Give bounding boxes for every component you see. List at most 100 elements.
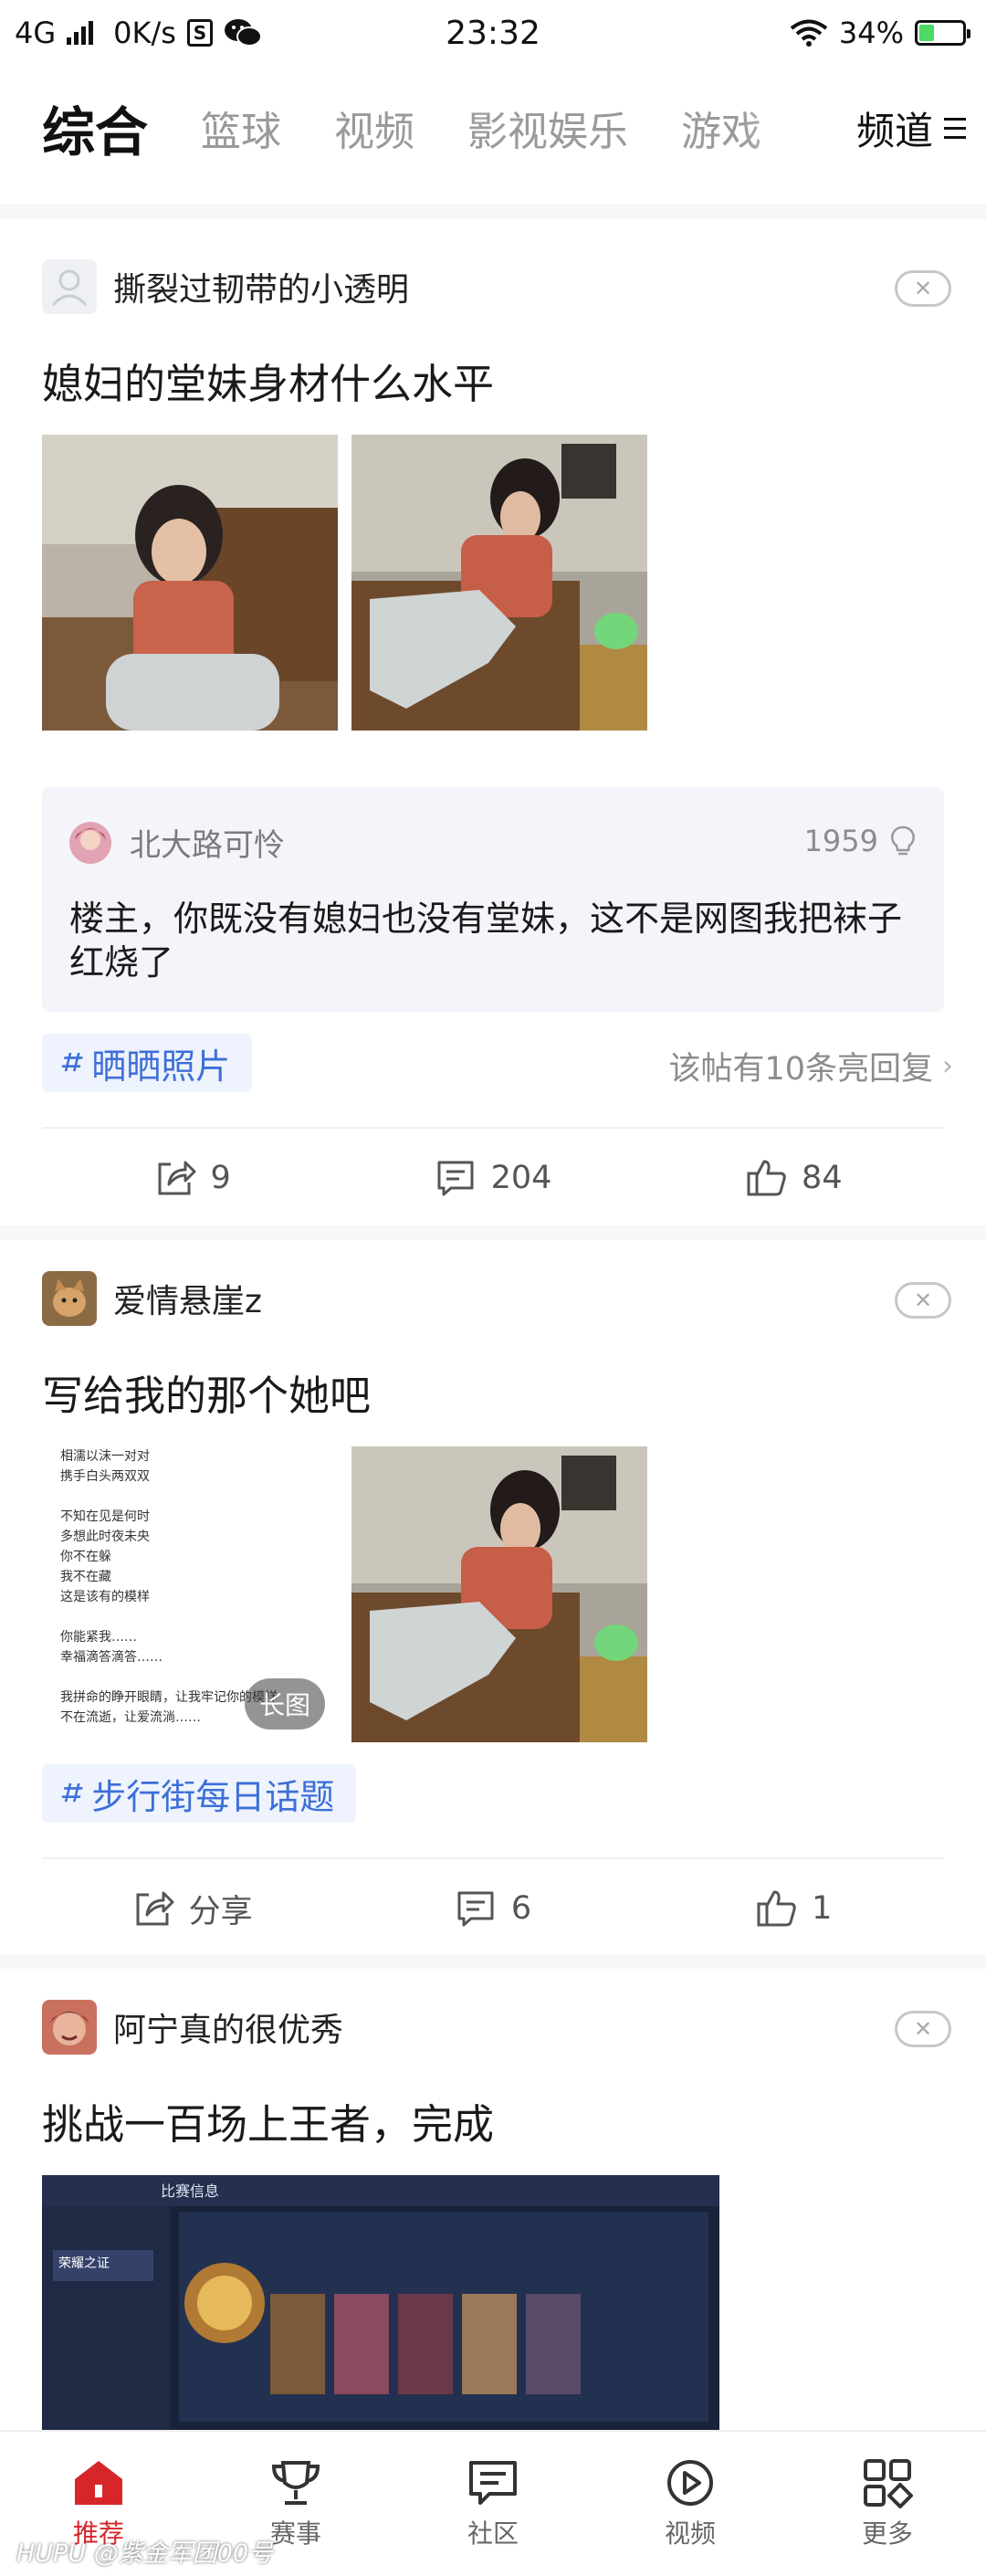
comment-icon [457, 1891, 494, 1927]
poem-line: 携手白头两双双 [60, 1469, 150, 1484]
battery-level [919, 25, 934, 41]
post-header: 阿宁真的很优秀 [42, 2000, 343, 2055]
chevron-right-icon: › [942, 1050, 953, 1082]
wifi-icon [790, 19, 828, 47]
comment-like-count: 1959 [803, 824, 878, 858]
comment-button[interactable]: 204 [342, 1129, 643, 1227]
feed-post[interactable]: 撕裂过韧带的小透明 ✕ 媳妇的堂妹身材什么水平 北大路可怜 1959 楼主，你既… [0, 259, 986, 1227]
dismiss-button[interactable]: ✕ [895, 270, 951, 307]
author-name[interactable]: 爱情悬崖z [113, 1275, 262, 1322]
poem-line: 你不在躲 [60, 1550, 111, 1564]
nav-video[interactable]: 视频 [592, 2432, 789, 2576]
feed-post[interactable]: 阿宁真的很优秀 ✕ 挑战一百场上王者，完成 比赛信息 荣耀之证 [0, 2000, 986, 2431]
nav-more[interactable]: 更多 [789, 2432, 986, 2576]
game-rank-label: 荣耀之证 [58, 2256, 110, 2271]
hot-comment[interactable]: 北大路可怜 1959 楼主，你既没有媳妇也没有堂妹，这不是网图我把袜子红烧了 [42, 787, 944, 1012]
watermark: HUPU @紫金军团00号 [16, 2539, 274, 2568]
avatar[interactable] [42, 1271, 97, 1326]
post-actions: 分享 6 1 [42, 1857, 944, 1958]
trophy-icon [271, 2461, 320, 2505]
poem-line: 这是该有的模样 [60, 1590, 150, 1604]
poem-line: 幸福滴答滴答…… [60, 1650, 163, 1665]
channel-button[interactable]: 频道 [839, 99, 966, 157]
author-name[interactable]: 撕裂过韧带的小透明 [113, 263, 409, 310]
author-name[interactable]: 阿宁真的很优秀 [113, 2003, 343, 2051]
thumbs-up-icon [747, 1160, 786, 1196]
post-image[interactable] [42, 435, 338, 731]
poem-line: 我不在藏 [60, 1570, 111, 1584]
long-image-badge: 长图 [245, 1678, 325, 1730]
nav-label: 更多 [861, 2518, 913, 2549]
post-title[interactable]: 写给我的那个她吧 [42, 1362, 371, 1422]
close-icon: ✕ [913, 276, 933, 301]
post-image[interactable] [351, 1446, 647, 1742]
avatar[interactable] [42, 259, 97, 314]
tab-entertainment[interactable]: 影视娱乐 [467, 99, 628, 157]
share-icon [136, 1891, 174, 1926]
post-title[interactable]: 媳妇的堂妹身材什么水平 [42, 351, 494, 410]
share-button[interactable]: 9 [42, 1129, 342, 1227]
like-button[interactable]: 84 [644, 1129, 944, 1227]
dismiss-button[interactable]: ✕ [895, 1282, 951, 1319]
tab-video[interactable]: 视频 [334, 99, 414, 157]
play-icon [667, 2460, 713, 2506]
like-count: 84 [802, 1160, 843, 1196]
poem-line: 你能紧我…… [60, 1630, 137, 1645]
bottom-nav: 推荐 赛事 社区 视频 更多 HUPU @紫金军团00号 [0, 2430, 986, 2576]
nav-label: 赛事 [269, 2518, 321, 2549]
comment-icon [437, 1161, 474, 1196]
lightbulb-icon [891, 825, 915, 856]
tabs-fade [740, 82, 849, 173]
topic-label: 晒晒照片 [91, 1046, 231, 1087]
avatar[interactable] [42, 2000, 97, 2055]
network-speed: 0K/s [113, 16, 176, 50]
like-button[interactable]: 1 [644, 1859, 944, 1958]
post-image[interactable]: 比赛信息 荣耀之证 [42, 2175, 719, 2431]
hot-comment-header: 北大路可怜 [69, 820, 285, 865]
share-label: 分享 [188, 1893, 253, 1930]
topic-tag[interactable]: ⌗ 步行街每日话题 [42, 1764, 357, 1823]
post-title[interactable]: 挑战一百场上王者，完成 [42, 2091, 494, 2150]
post-image[interactable] [351, 435, 647, 731]
comment-text: 楼主，你既没有媳妇也没有堂妹，这不是网图我把袜子红烧了 [69, 899, 903, 983]
close-icon: ✕ [913, 1288, 933, 1313]
light-replies-link[interactable]: 该帖有10条亮回复 › [668, 1043, 953, 1089]
battery-icon [915, 20, 970, 46]
status-bar: 4G 0K/s S 23:32 34% [0, 0, 986, 66]
thumbs-up-icon [757, 1890, 796, 1927]
poem-line: 相濡以沫一对对 [60, 1449, 150, 1464]
divider [0, 1225, 986, 1240]
network-type: 4G [15, 16, 57, 50]
dismiss-button[interactable]: ✕ [895, 2011, 951, 2047]
comment-username[interactable]: 北大路可怜 [130, 820, 285, 865]
poem-line: 不知在见是何时 [60, 1509, 150, 1524]
tab-basketball[interactable]: 篮球 [201, 99, 281, 157]
nav-label: 社区 [467, 2518, 519, 2549]
avatar[interactable] [69, 821, 111, 864]
post-header: 爱情悬崖z [42, 1271, 262, 1326]
home-icon [75, 2461, 122, 2505]
poem-line [60, 1667, 278, 1688]
category-tabs: 综合 篮球 视频 影视娱乐 游戏 频道 [0, 82, 986, 173]
tab-general[interactable]: 综合 [42, 89, 148, 166]
light-replies-text: 该帖有10条亮回复 [668, 1051, 933, 1088]
comment-button[interactable]: 6 [342, 1859, 643, 1958]
status-right: 34% [790, 16, 970, 50]
like-count: 1 [812, 1890, 833, 1927]
game-info-header: 比赛信息 [161, 2182, 220, 2200]
divider [0, 205, 986, 219]
topic-tag[interactable]: ⌗ 晒晒照片 [42, 1034, 253, 1092]
nav-label: 视频 [664, 2518, 716, 2549]
share-button[interactable]: 分享 [42, 1859, 342, 1958]
wechat-icon [224, 19, 262, 47]
nav-community[interactable]: 社区 [394, 2432, 592, 2576]
post-header: 撕裂过韧带的小透明 [42, 259, 409, 314]
feed-post[interactable]: 爱情悬崖z ✕ 写给我的那个她吧 相濡以沫一对对 携手白头两双双 不知在见是何时多… [0, 1271, 986, 1947]
comment-like-button[interactable]: 1959 [804, 824, 917, 858]
poem-line: 多想此时夜未央 [60, 1530, 150, 1544]
channel-label: 频道 [855, 108, 933, 153]
divider [0, 1954, 986, 1969]
more-grid-icon [864, 2459, 913, 2508]
long-image[interactable]: 相濡以沫一对对 携手白头两双双 不知在见是何时 多想此时夜未央 你不在躲我不在藏这是该… [42, 1446, 338, 1742]
sim-icon: S [186, 19, 213, 47]
